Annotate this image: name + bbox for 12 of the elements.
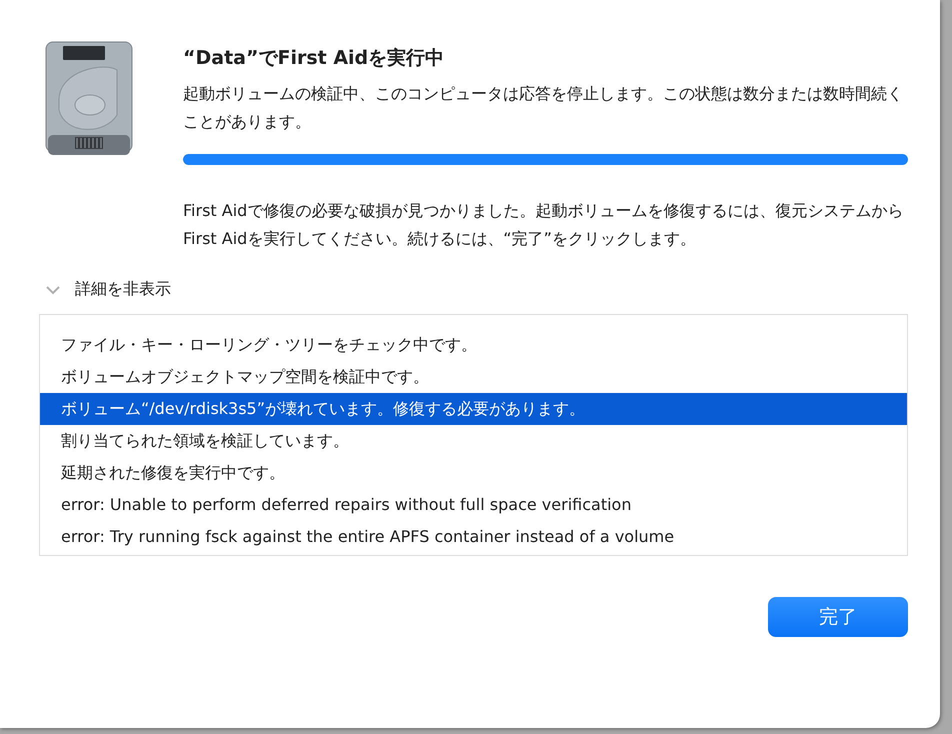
details-toggle[interactable]: 詳細を非表示: [45, 279, 171, 300]
result-text: First Aidで修復の必要な破損が見つかりました。起動ボリュームを修復するには、復元システムからFirst Aidを実行してください。続けるには、“完了”をクリックします。: [183, 200, 904, 250]
log-line[interactable]: error: Try running fsck against the entire APFS container instead of a volume: [40, 521, 907, 553]
log-line[interactable]: error: Unable to perform deferred repairs without full space verification: [40, 489, 907, 521]
log-line[interactable]: 割り当てられた領域を検証しています。: [40, 425, 907, 457]
chevron-icon: [45, 284, 61, 294]
done-button[interactable]: 完了: [768, 597, 908, 637]
log-line[interactable]: ボリュームオブジェクトマップ空間を検証中です。: [40, 361, 907, 393]
message-text: 起動ボリュームの検証中、このコンピュータは応答を停止します。この状態は数分または数時間続くことがあります。: [183, 83, 904, 133]
dialog-title: “Data”でFirst Aidを実行中: [183, 46, 446, 70]
log-line[interactable]: 延期された修復を実行中です。: [40, 457, 907, 489]
log-line[interactable]: ファイル・キー・ローリング・ツリーをチェック中です。: [40, 329, 907, 361]
